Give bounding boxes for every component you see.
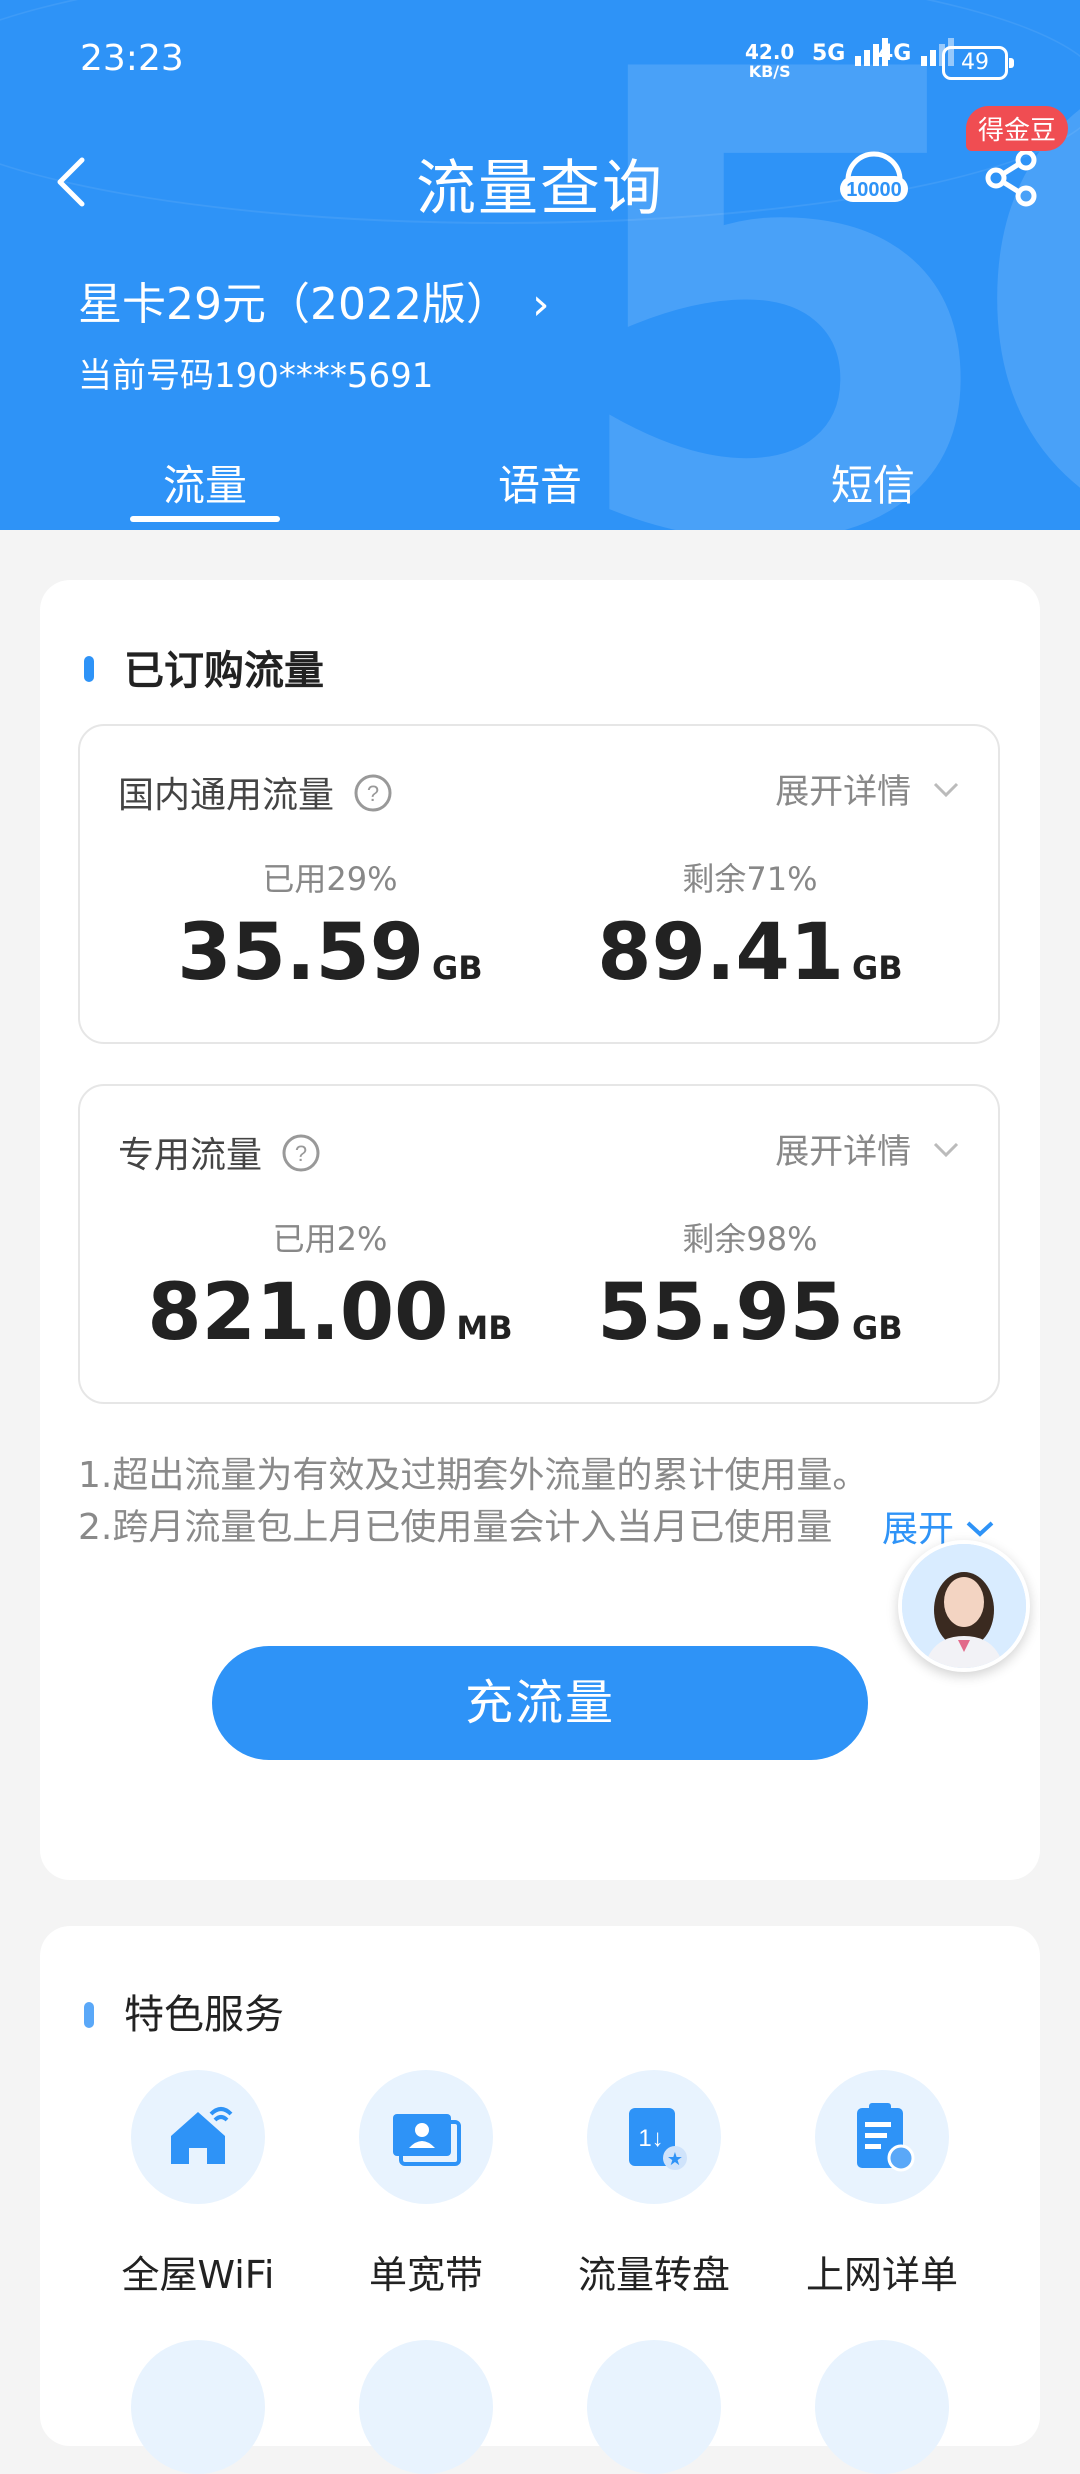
status-time: 23:23 <box>80 38 184 79</box>
domestic-remain-unit: GB <box>852 949 903 987</box>
section-marker <box>84 2002 94 2028</box>
chevron-down-icon <box>933 782 959 798</box>
service-broadband[interactable]: 单宽带 <box>316 2070 536 2299</box>
net-speed-value: 42.0 <box>745 40 795 64</box>
service-label: 流量转盘 <box>577 2253 730 2297</box>
service-icon <box>359 2340 493 2474</box>
service-label: 单宽带 <box>368 2253 483 2297</box>
net-speed-unit: KB/S <box>748 62 791 81</box>
signal-4g-label: 4G <box>878 41 912 66</box>
dedicated-remain-value: 55.95 <box>597 1268 845 1358</box>
dedicated-flow-title-text: 专用流量 <box>118 1135 263 1176</box>
domestic-used-label: 已用29% <box>262 860 398 898</box>
service-more[interactable] <box>544 2340 764 2474</box>
dedicated-remain-label: 剩余98% <box>682 1220 818 1258</box>
domestic-used: 已用29% 35.59 GB <box>120 854 540 998</box>
domestic-used-unit: GB <box>432 949 483 987</box>
clipboard-details-icon <box>815 2070 949 2204</box>
service-label: 上网详单 <box>805 2253 958 2297</box>
service-usage-details[interactable]: 上网详单 <box>772 2070 992 2299</box>
dedicated-used-label: 已用2% <box>272 1220 388 1258</box>
service-icon <box>815 2340 949 2474</box>
current-phone: 当前号码190****5691 <box>78 356 434 396</box>
service-icon <box>131 2340 265 2474</box>
help-icon[interactable]: ? <box>281 1133 321 1173</box>
dedicated-used-unit: MB <box>456 1309 513 1347</box>
tab-data[interactable]: 流量 <box>105 452 305 513</box>
dedicated-flow-box: 专用流量 ? 展开详情 已用2% 821.00 MB 剩余98% 55.95 GB <box>78 1084 1000 1404</box>
navbar: 流量查询 10000 <box>0 130 1080 230</box>
service-home-wifi[interactable]: 全屋WiFi <box>88 2070 308 2299</box>
share-icon[interactable] <box>982 148 1042 208</box>
service-more[interactable] <box>316 2340 536 2474</box>
battery-icon: 49 <box>942 46 1014 80</box>
tab-voice[interactable]: 语音 <box>440 452 640 513</box>
svg-text:10000: 10000 <box>846 179 902 201</box>
section-title-subscribed: 已订购流量 <box>124 648 324 694</box>
signal-5g-label: 5G <box>812 41 846 66</box>
assistant-avatar-icon <box>902 1544 1026 1668</box>
active-tab-indicator <box>130 516 280 522</box>
domestic-remain: 剩余71% 89.41 GB <box>540 854 960 998</box>
dedicated-remain: 剩余98% 55.95 GB <box>540 1214 960 1358</box>
headset-10000-icon[interactable]: 10000 <box>838 142 910 214</box>
domestic-used-value: 35.59 <box>177 908 425 998</box>
header: 5G 23:23 42.0 KB/S 5G 4G 49 流量查询 10000 <box>0 0 1080 530</box>
gold-bean-badge[interactable]: 得金豆 <box>966 106 1069 151</box>
tab-sms[interactable]: 短信 <box>773 452 973 513</box>
services-card: 特色服务 全屋WiFi 单宽带 1↓ ★ 流量转盘 上网详单 <box>40 1926 1040 2474</box>
status-bar: 23:23 42.0 KB/S 5G 4G 49 <box>0 0 1080 120</box>
section-title-services: 特色服务 <box>124 1992 284 2038</box>
dedicated-flow-title: 专用流量 ? <box>118 1126 321 1178</box>
recharge-data-button[interactable]: 充流量 <box>212 1646 868 1760</box>
domestic-flow-title: 国内通用流量 ? <box>118 766 393 818</box>
plan-selector[interactable]: 星卡29元（2022版） › <box>78 268 550 332</box>
service-more[interactable] <box>772 2340 992 2474</box>
expand-details-label: 展开详情 <box>775 772 912 812</box>
expand-details-button[interactable]: 展开详情 <box>775 1124 960 1173</box>
help-icon[interactable]: ? <box>353 773 393 813</box>
page-title: 流量查询 <box>416 154 664 224</box>
net-speed: 42.0 KB/S <box>745 42 794 82</box>
domestic-remain-label: 剩余71% <box>682 860 818 898</box>
usage-notes: 1.超出流量为有效及过期套外流量的累计使用量。 2.跨月流量包上月已使用量会计入… <box>78 1450 868 1554</box>
service-more[interactable] <box>88 2340 308 2474</box>
domestic-flow-title-text: 国内通用流量 <box>118 775 335 816</box>
domestic-flow-box: 国内通用流量 ? 展开详情 已用29% 35.59 GB 剩余71% 89.41 G… <box>78 724 1000 1044</box>
note-line: 2.跨月流量包上月已使用量会计入当月已使用量 <box>78 1507 833 1548</box>
svg-text:1↓: 1↓ <box>638 2125 663 2152</box>
chevron-down-icon <box>933 1142 959 1158</box>
svg-text:★: ★ <box>667 2149 683 2170</box>
svg-text:?: ? <box>367 781 379 806</box>
dedicated-used: 已用2% 821.00 MB <box>120 1214 540 1358</box>
tab-bar: 流量 语音 短信 <box>0 448 1080 530</box>
dedicated-remain-unit: GB <box>852 1309 903 1347</box>
section-marker <box>84 656 94 682</box>
note-line: 1.超出流量为有效及过期套外流量的累计使用量。 <box>78 1455 869 1496</box>
service-label: 全屋WiFi <box>121 2253 275 2297</box>
service-data-transfer[interactable]: 1↓ ★ 流量转盘 <box>544 2070 764 2299</box>
data-transfer-icon: 1↓ ★ <box>587 2070 721 2204</box>
home-wifi-icon <box>131 2070 265 2204</box>
expand-details-label: 展开详情 <box>775 1132 912 1172</box>
chevron-right-icon: › <box>531 279 550 330</box>
service-icon <box>587 2340 721 2474</box>
virtual-assistant-avatar[interactable] <box>898 1540 1030 1672</box>
dedicated-used-value: 821.00 <box>147 1268 449 1358</box>
expand-details-button[interactable]: 展开详情 <box>775 764 960 813</box>
broadband-card-icon <box>359 2070 493 2204</box>
plan-name: 星卡29元（2022版） <box>78 279 510 330</box>
chevron-down-icon <box>967 1521 994 1537</box>
domestic-remain-value: 89.41 <box>597 908 845 998</box>
svg-text:?: ? <box>295 1141 307 1166</box>
